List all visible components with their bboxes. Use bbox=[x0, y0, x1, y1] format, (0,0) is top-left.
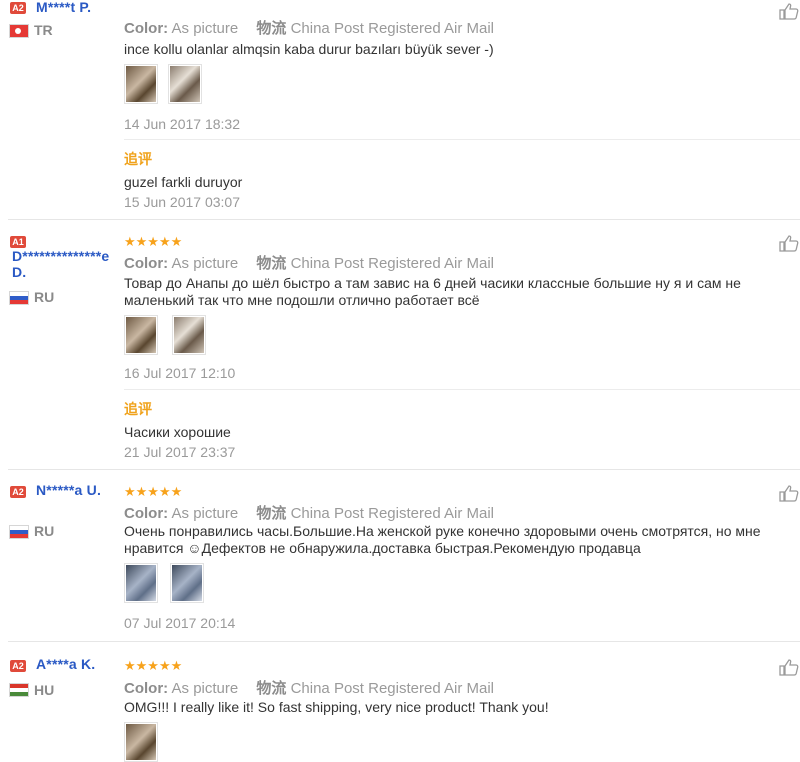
review-date: 16 Jul 2017 12:10 bbox=[124, 365, 236, 381]
review-photo[interactable] bbox=[172, 315, 206, 355]
review-divider bbox=[8, 469, 800, 470]
buyer-name[interactable]: A****a K. bbox=[36, 656, 95, 672]
color-value: As picture bbox=[171, 505, 239, 522]
buyer-level-badge: A2 bbox=[10, 2, 26, 14]
review-text: ince kollu olanlar almqsin kaba durur ba… bbox=[124, 41, 494, 57]
color-label: Color: bbox=[124, 505, 169, 522]
follow-up-text: Часики хорошие bbox=[124, 424, 231, 440]
review-photo[interactable] bbox=[124, 315, 158, 355]
follow-up-label: 追评 bbox=[124, 151, 152, 167]
color-value: As picture bbox=[171, 680, 239, 697]
review-meta: Color: As picture 物流 China Post Register… bbox=[124, 17, 494, 38]
buyer-country: RU bbox=[34, 289, 55, 305]
buyer-level-badge: A2 bbox=[10, 660, 26, 672]
buyer-name[interactable]: D**************e D. bbox=[12, 248, 124, 280]
review-meta: Color: As picture 物流 China Post Register… bbox=[124, 502, 494, 523]
review-text: Очень понравились часы.Большие.На женско… bbox=[124, 523, 761, 556]
color-label: Color: bbox=[124, 255, 169, 272]
thumbs-up-icon[interactable] bbox=[778, 658, 800, 676]
buyer-name[interactable]: N*****a U. bbox=[12, 482, 112, 498]
thumbs-up-icon[interactable] bbox=[778, 234, 800, 252]
review-text: OMG!!! I really like it! So fast shippin… bbox=[124, 699, 549, 715]
country-flag-icon bbox=[10, 25, 28, 37]
color-value: As picture bbox=[171, 20, 239, 37]
buyer-level-badge: A1 bbox=[10, 236, 26, 248]
rating-stars: ★★★★★ bbox=[124, 658, 183, 673]
color-label: Color: bbox=[124, 680, 169, 697]
buyer-country: TR bbox=[34, 22, 53, 38]
thumbs-up-icon[interactable] bbox=[778, 2, 800, 20]
country-flag-icon bbox=[10, 684, 28, 696]
review-photo[interactable] bbox=[168, 64, 202, 104]
shipping-label: 物流 bbox=[256, 505, 287, 522]
shipping-label: 物流 bbox=[256, 20, 287, 37]
country-flag-icon bbox=[10, 292, 28, 304]
thumbs-up-icon[interactable] bbox=[778, 484, 800, 502]
follow-up-text: guzel farkli duruyor bbox=[124, 174, 243, 190]
review-text: Товар до Анапы до шёл быстро а там завис… bbox=[124, 275, 741, 308]
follow-up-date: 15 Jun 2017 03:07 bbox=[124, 194, 240, 210]
review-photo[interactable] bbox=[170, 563, 204, 603]
review-divider bbox=[8, 641, 800, 642]
review-photo[interactable] bbox=[124, 64, 158, 104]
review-photo[interactable] bbox=[124, 722, 158, 762]
review-meta: Color: As picture 物流 China Post Register… bbox=[124, 677, 494, 698]
color-value: As picture bbox=[171, 255, 239, 272]
buyer-name[interactable]: M****t P. bbox=[36, 0, 91, 15]
review-date: 07 Jul 2017 20:14 bbox=[124, 615, 236, 631]
follow-up-date: 21 Jul 2017 23:37 bbox=[124, 444, 236, 460]
shipping-label: 物流 bbox=[256, 255, 287, 272]
shipping-value: China Post Registered Air Mail bbox=[290, 20, 495, 37]
shipping-value: China Post Registered Air Mail bbox=[290, 680, 495, 697]
rating-stars: ★★★★★ bbox=[124, 234, 183, 249]
rating-stars: ★★★★★ bbox=[124, 484, 183, 499]
buyer-country: RU bbox=[34, 523, 55, 539]
review-date: 14 Jun 2017 18:32 bbox=[124, 116, 240, 132]
shipping-label: 物流 bbox=[256, 680, 287, 697]
country-flag-icon bbox=[10, 526, 28, 538]
divider bbox=[124, 139, 800, 140]
buyer-country: HU bbox=[34, 682, 55, 698]
divider bbox=[124, 389, 800, 390]
review-meta: Color: As picture 物流 China Post Register… bbox=[124, 252, 494, 273]
color-label: Color: bbox=[124, 20, 169, 37]
shipping-value: China Post Registered Air Mail bbox=[290, 255, 495, 272]
review-divider bbox=[8, 219, 800, 220]
shipping-value: China Post Registered Air Mail bbox=[290, 505, 495, 522]
review-photo[interactable] bbox=[124, 563, 158, 603]
follow-up-label: 追评 bbox=[124, 401, 152, 417]
